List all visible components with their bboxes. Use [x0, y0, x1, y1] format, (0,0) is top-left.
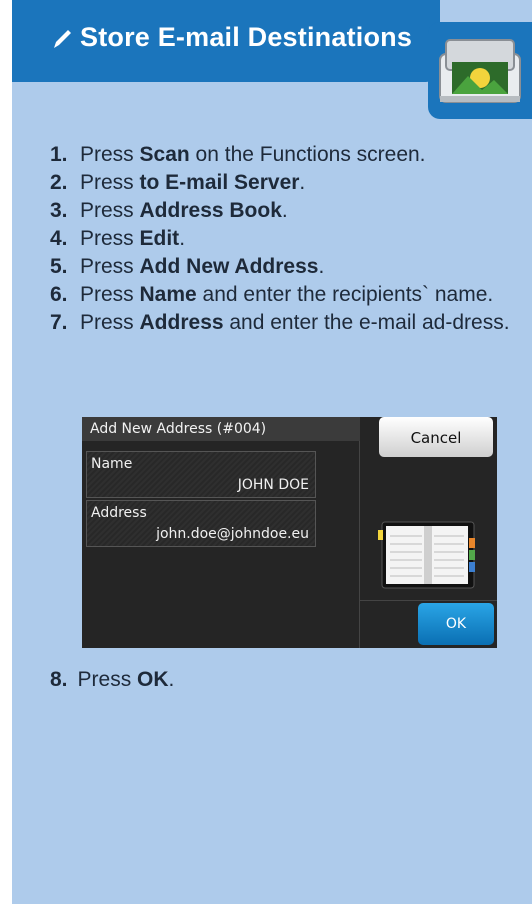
step-number: 1. — [50, 143, 68, 166]
step-keyword: Scan — [139, 143, 190, 166]
step-text: and enter the e-mail ad-dress. — [223, 311, 510, 334]
address-value: john.doe@johndoe.eu — [156, 526, 309, 542]
step-text: Press — [80, 227, 140, 250]
step-1: 1. Press Scan on the Functions screen. — [50, 142, 520, 168]
address-label: Address — [91, 505, 147, 521]
step-text: . — [281, 199, 288, 222]
step-keyword: Address Book — [139, 199, 282, 222]
step-text: on the Functions screen. — [189, 143, 426, 166]
step-4: 4. Press Edit. — [50, 226, 520, 252]
device-screen: Add New Address (#004) Cancel Name JOHN … — [82, 417, 497, 648]
address-book-icon — [378, 521, 475, 589]
step-number: 7. — [50, 311, 68, 334]
header-bar: Store E-mail Destinations — [12, 0, 440, 82]
step-text: Press — [80, 283, 140, 306]
step-text: Press — [80, 311, 140, 334]
step-number: 6. — [50, 283, 68, 306]
step-7: 7. Press Address and enter the e-mail ad-… — [50, 310, 520, 336]
step-keyword: OK — [137, 668, 169, 691]
step-6: 6. Press Name and enter the recipients` n… — [50, 282, 520, 308]
step-number: 5. — [50, 255, 68, 278]
step-8: 8. Press OK. — [50, 668, 174, 692]
divider — [359, 441, 360, 648]
address-field[interactable]: Address john.doe@johndoe.eu — [86, 500, 316, 547]
title-text: Store E-mail Destinations — [80, 22, 413, 52]
step-keyword: to E-mail Server — [139, 171, 300, 194]
step-2: 2. Press to E-mail Server. — [50, 170, 520, 196]
step-keyword: Name — [139, 283, 197, 306]
ok-button[interactable]: OK — [418, 603, 494, 645]
name-label: Name — [91, 456, 133, 472]
page-title: Store E-mail Destinations — [50, 22, 412, 53]
step-text: . — [318, 255, 325, 278]
step-3: 3. Press Address Book. — [50, 198, 520, 224]
step-keyword: Address — [139, 311, 224, 334]
step-text: . — [179, 227, 186, 250]
steps-list: 1. Press Scan on the Functions screen. 2.… — [50, 142, 520, 338]
cancel-button[interactable]: Cancel — [379, 417, 493, 457]
divider — [360, 600, 497, 601]
step-number: 2. — [50, 171, 68, 194]
step-text: Press — [80, 199, 140, 222]
step-text: and enter the recipients` name. — [196, 283, 494, 306]
step-text: Press — [80, 171, 140, 194]
checkmark-icon — [54, 30, 71, 48]
step-number: 8. — [50, 668, 68, 691]
name-field[interactable]: Name JOHN DOE — [86, 451, 316, 498]
scanner-icon — [439, 39, 521, 103]
scanner-icon-box — [428, 22, 532, 119]
step-text: . — [299, 171, 306, 194]
screen-title: Add New Address (#004) — [82, 417, 360, 441]
step-number: 4. — [50, 227, 68, 250]
step-keyword: Add New Address — [139, 255, 319, 278]
step-number: 3. — [50, 199, 68, 222]
name-value: JOHN DOE — [237, 477, 309, 493]
step-keyword: Edit — [139, 227, 180, 250]
step-5: 5. Press Add New Address. — [50, 254, 520, 280]
step-text: Press — [77, 668, 138, 691]
step-text: Press — [80, 143, 140, 166]
step-text: . — [168, 668, 175, 691]
step-text: Press — [80, 255, 140, 278]
